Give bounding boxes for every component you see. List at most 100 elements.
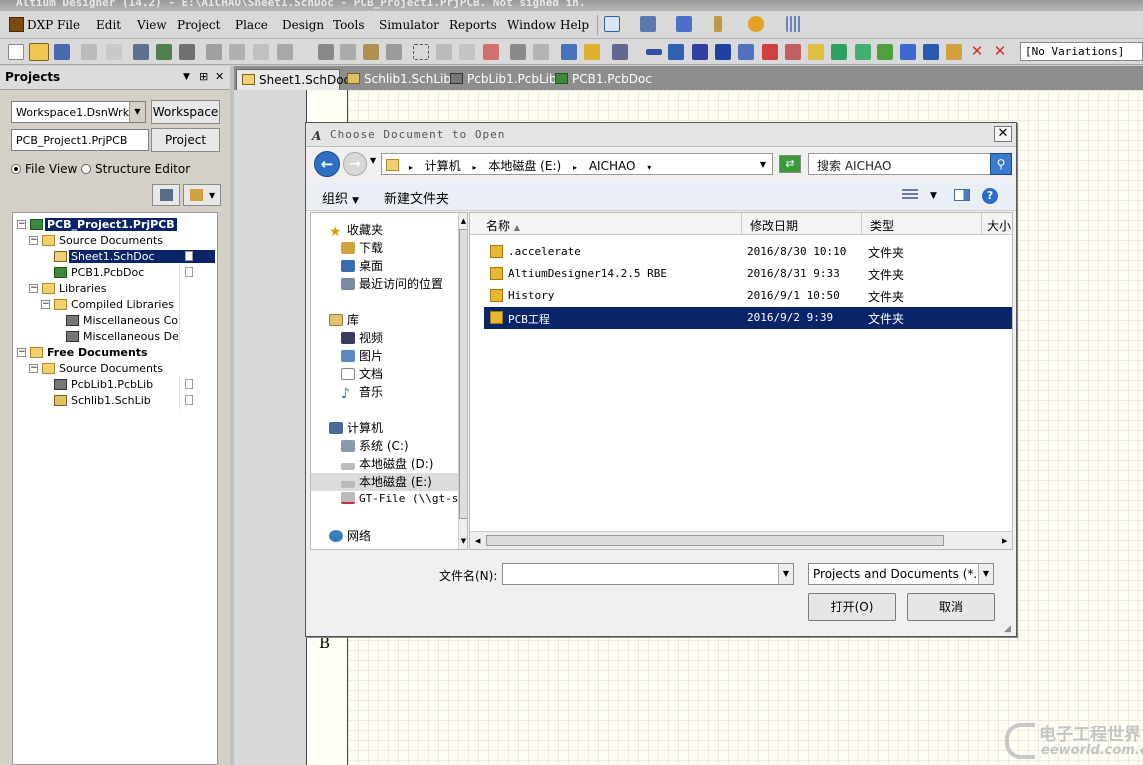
rubber-stamp-icon[interactable] <box>386 44 402 60</box>
tree-item-sheet1-schdoc[interactable]: Sheet1.SchDoc <box>13 249 217 265</box>
tree-item-schlib1[interactable]: Schlib1.SchLib <box>13 393 217 409</box>
harness-entry-icon[interactable] <box>923 44 939 60</box>
collapse-icon[interactable]: − <box>17 348 26 357</box>
menu-project[interactable]: Project <box>177 18 220 32</box>
nav-drive-c[interactable]: 系统 (C:) <box>341 437 409 455</box>
file-row[interactable]: History 2016/9/1 10:50 文件夹 <box>484 285 1012 307</box>
cancel-button[interactable]: 取消 <box>907 593 995 621</box>
tab-pcblib1[interactable]: PcbLib1.PcbLib <box>445 69 561 90</box>
device-sheets-icon[interactable] <box>156 44 172 60</box>
no-erc-icon[interactable]: ✕ <box>969 44 985 60</box>
move-icon[interactable] <box>436 44 452 60</box>
nav-libraries[interactable]: 库 <box>329 311 359 329</box>
menu-view[interactable]: View <box>137 18 167 32</box>
power-port-icon[interactable] <box>676 16 692 32</box>
forward-button[interactable]: → <box>343 152 367 176</box>
bus-entry-icon[interactable] <box>715 44 731 60</box>
file-row[interactable]: AltiumDesigner14.2.5 RBE 2016/8/31 9:33 … <box>484 263 1012 285</box>
breadcrumb-aichao[interactable]: AICHAO <box>589 159 636 173</box>
sheet-entry-icon[interactable] <box>855 44 871 60</box>
nav-videos[interactable]: 视频 <box>341 329 383 347</box>
menu-place[interactable]: Place <box>235 18 268 32</box>
variations-dropdown[interactable]: [No Variations] <box>1020 42 1143 61</box>
dxp-logo-icon[interactable] <box>9 17 24 32</box>
workspace-button[interactable]: Workspace <box>151 100 220 124</box>
save-icon[interactable] <box>54 44 70 60</box>
nav-pictures[interactable]: 图片 <box>341 347 383 365</box>
nav-recent-places[interactable]: 最近访问的位置 <box>341 275 443 293</box>
tree-item-project[interactable]: − PCB_Project1.PrjPCB <box>13 217 217 233</box>
menu-tools[interactable]: Tools <box>333 18 365 32</box>
tree-item-libraries[interactable]: − Libraries <box>13 281 217 297</box>
nav-favorites[interactable]: ★ 收藏夹 <box>329 221 383 239</box>
project-options-button[interactable]: ▼ <box>183 184 221 206</box>
paste-icon[interactable] <box>363 44 379 60</box>
back-button[interactable]: ← <box>314 151 340 177</box>
scroll-thumb[interactable] <box>486 535 944 546</box>
tree-item-source-documents[interactable]: − Source Documents <box>13 233 217 249</box>
nav-network[interactable]: 网络 <box>329 527 371 545</box>
menu-simulator[interactable]: Simulator <box>379 18 439 32</box>
hierarchy-icon[interactable] <box>561 44 577 60</box>
sheet-icon[interactable] <box>179 44 195 60</box>
help-icon[interactable]: ? <box>982 188 998 204</box>
collapse-icon[interactable]: − <box>29 236 38 245</box>
scroll-down-icon[interactable]: ▼ <box>459 535 467 547</box>
harness-connector-icon[interactable] <box>900 44 916 60</box>
scroll-right-icon[interactable]: ▼ <box>999 537 1011 546</box>
column-header-type[interactable]: 类型 <box>862 213 982 235</box>
open-document-icon[interactable] <box>29 43 49 61</box>
address-history-dropdown[interactable]: ▼ <box>760 160 766 169</box>
open-project-icon[interactable] <box>133 44 149 60</box>
file-type-filter-select[interactable]: Projects and Documents (*.D ▼ <box>808 563 994 585</box>
scroll-left-icon[interactable]: ▲ <box>472 537 484 546</box>
menu-file[interactable]: File <box>57 18 80 32</box>
preview-pane-icon[interactable] <box>954 189 970 201</box>
grid-icon[interactable] <box>786 16 802 32</box>
probe-icon[interactable] <box>714 16 722 32</box>
print-preview-icon[interactable] <box>106 44 122 60</box>
chevron-down-icon[interactable]: ▼ <box>978 564 993 584</box>
tree-item-compiled-libraries[interactable]: − Compiled Libraries <box>13 297 217 313</box>
wire-icon[interactable] <box>646 49 662 55</box>
tab-pcb1-pcbdoc[interactable]: PCB1.PcbDoc <box>550 69 656 90</box>
dialog-close-button[interactable]: ✕ <box>994 126 1012 142</box>
nav-computer[interactable]: 计算机 <box>329 419 383 437</box>
tree-item-pcb1-pcbdoc[interactable]: PCB1.PcbDoc <box>13 265 217 281</box>
project-button[interactable]: Project <box>151 128 220 152</box>
tree-item-pcblib1[interactable]: PcbLib1.PcbLib <box>13 377 217 393</box>
nav-pane-scrollbar[interactable]: ▲ ▼ <box>458 213 467 549</box>
recent-locations-dropdown[interactable]: ▼ <box>370 156 376 165</box>
view-options-dropdown[interactable]: ▼ <box>930 191 937 201</box>
tree-item-misc-devices[interactable]: Miscellaneous Dev <box>13 329 217 345</box>
net-label-icon[interactable] <box>738 44 754 60</box>
zoom-selected-icon[interactable] <box>253 44 269 60</box>
file-row[interactable]: .accelerate 2016/8/30 10:10 文件夹 <box>484 241 1012 263</box>
nav-music[interactable]: ♪ 音乐 <box>341 383 383 401</box>
filename-input[interactable]: ▼ <box>502 563 794 585</box>
print-icon[interactable] <box>81 44 97 60</box>
file-list-horizontal-scrollbar[interactable]: ▲ ▼ <box>470 531 1012 549</box>
chevron-down-icon[interactable]: ▼ <box>778 564 793 584</box>
menu-window[interactable]: Window <box>507 18 556 32</box>
device-sheet-symbol-icon[interactable] <box>877 44 893 60</box>
change-view-icon[interactable] <box>902 189 918 201</box>
collapse-icon[interactable]: − <box>29 364 38 373</box>
pin-icon[interactable]: ⊞ <box>199 70 208 83</box>
project-select[interactable]: PCB_Project1.PrjPCB <box>11 129 149 151</box>
file-view-radio[interactable]: File View <box>11 162 77 176</box>
new-document-icon[interactable] <box>8 44 24 60</box>
breadcrumb-computer[interactable]: 计算机 <box>425 159 461 173</box>
zoom-fit-icon[interactable] <box>206 44 222 60</box>
nav-desktop[interactable]: 桌面 <box>341 257 383 275</box>
tree-item-free-documents[interactable]: − Free Documents <box>13 345 217 361</box>
tree-item-misc-connectors[interactable]: Miscellaneous Con <box>13 313 217 329</box>
cross-probe-icon[interactable] <box>584 44 600 60</box>
menu-help[interactable]: Help <box>560 18 589 32</box>
wiring-tool-icon[interactable] <box>604 16 620 32</box>
compile-project-button[interactable] <box>152 184 180 206</box>
tree-item-free-source-documents[interactable]: − Source Documents <box>13 361 217 377</box>
nav-drive-e[interactable]: 本地磁盘 (E:) <box>311 473 458 491</box>
address-bar[interactable]: ▸ 计算机 ▸ 本地磁盘 (E:) ▸ AICHAO ▾ ▼ <box>381 153 773 175</box>
refresh-button[interactable]: ⇄ <box>779 155 801 173</box>
